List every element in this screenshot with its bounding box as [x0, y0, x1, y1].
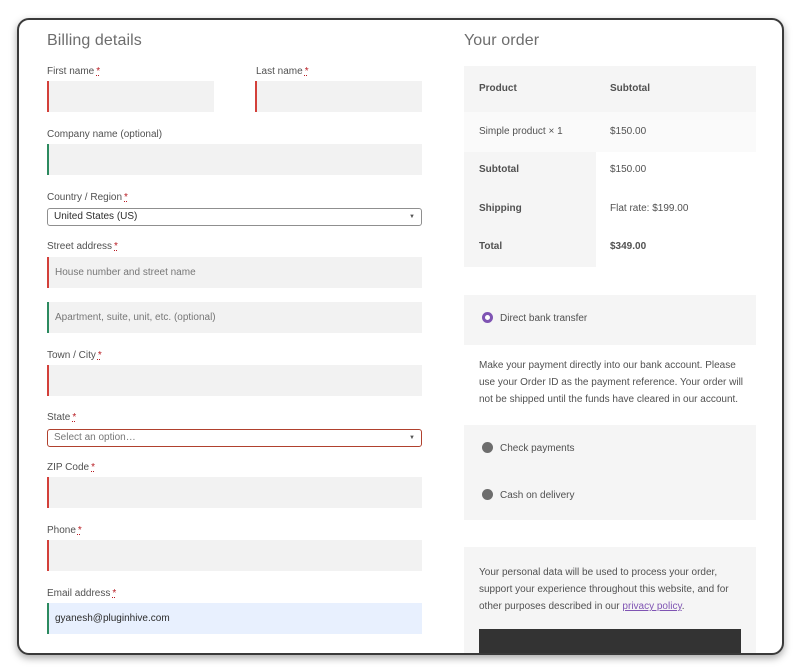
payment-method-cod[interactable]: Cash on delivery [482, 489, 574, 501]
payment-methods: Direct bank transfer Make your payment d… [464, 295, 756, 520]
subtotal-label: Subtotal [479, 164, 519, 175]
chevron-down-icon: ▼ [409, 435, 415, 441]
required-marker: * [304, 66, 309, 77]
shipping-value: Flat rate: $199.00 [610, 203, 689, 214]
subtotal-row: Subtotal $150.00 [464, 152, 756, 190]
payment-method-check[interactable]: Check payments [482, 442, 574, 454]
payment-description: Make your payment directly into our bank… [479, 360, 744, 405]
company-label: Company name (optional) [47, 129, 163, 140]
required-marker: * [72, 412, 77, 423]
privacy-text: Your personal data will be used to proce… [479, 567, 729, 612]
state-select[interactable]: Select an option… ▼ [47, 429, 422, 447]
email-input[interactable]: gyanesh@pluginhive.com [47, 603, 422, 634]
required-marker: * [97, 350, 102, 361]
payment-method-bank[interactable]: Direct bank transfer [482, 312, 587, 324]
phone-input[interactable] [47, 540, 422, 571]
first-name-input[interactable] [47, 81, 214, 112]
required-marker: * [91, 462, 95, 473]
total-row: Total $349.00 [464, 229, 756, 267]
place-order-button[interactable] [479, 629, 741, 653]
privacy-policy-link[interactable]: privacy policy [622, 601, 681, 612]
zip-label: ZIP Code * [47, 462, 95, 473]
last-name-label: Last name * [256, 66, 309, 77]
subtotal-header: Subtotal [610, 83, 650, 94]
phone-label: Phone * [47, 525, 82, 536]
country-value: United States (US) [54, 211, 138, 222]
shipping-row: Shipping Flat rate: $199.00 [464, 190, 756, 229]
country-select[interactable]: United States (US) ▼ [47, 208, 422, 226]
required-marker: * [112, 588, 117, 599]
state-placeholder: Select an option… [54, 432, 136, 443]
table-header-row: Product Subtotal [464, 66, 756, 112]
total-label: Total [479, 241, 503, 252]
product-header: Product [479, 83, 517, 94]
zip-input[interactable] [47, 477, 422, 508]
product-price: $150.00 [610, 126, 647, 137]
required-marker: * [96, 66, 101, 77]
shipping-label: Shipping [479, 203, 522, 214]
subtotal-value: $150.00 [610, 164, 647, 175]
street-address-2-input[interactable]: Apartment, suite, unit, etc. (optional) [47, 302, 422, 333]
state-label: State * [47, 412, 77, 423]
chevron-down-icon: ▼ [409, 214, 415, 220]
company-input[interactable] [47, 144, 422, 175]
radio-unselected-icon[interactable] [482, 442, 493, 453]
required-marker: * [114, 241, 118, 252]
radio-selected-icon[interactable] [482, 312, 493, 323]
billing-title: Billing details [47, 32, 142, 49]
product-name: Simple product × 1 [479, 126, 563, 137]
country-label: Country / Region * [47, 192, 128, 203]
last-name-input[interactable] [255, 81, 422, 112]
required-marker: * [124, 192, 128, 203]
radio-unselected-icon[interactable] [482, 489, 493, 500]
city-label: Town / City * [47, 350, 102, 361]
city-input[interactable] [47, 365, 422, 396]
required-marker: * [77, 525, 82, 536]
order-title: Your order [464, 32, 540, 49]
first-name-label: First name * [47, 66, 101, 77]
street-address-input[interactable]: House number and street name [47, 257, 422, 288]
privacy-notice: Your personal data will be used to proce… [464, 547, 756, 653]
payment-description-box: Make your payment directly into our bank… [464, 345, 756, 425]
table-row: Simple product × 1 $150.00 [464, 112, 756, 152]
total-value: $349.00 [610, 241, 647, 252]
email-label: Email address * [47, 588, 117, 599]
checkout-window: Billing details First name * Last name * C… [17, 18, 784, 655]
street-label: Street address * [47, 241, 118, 252]
